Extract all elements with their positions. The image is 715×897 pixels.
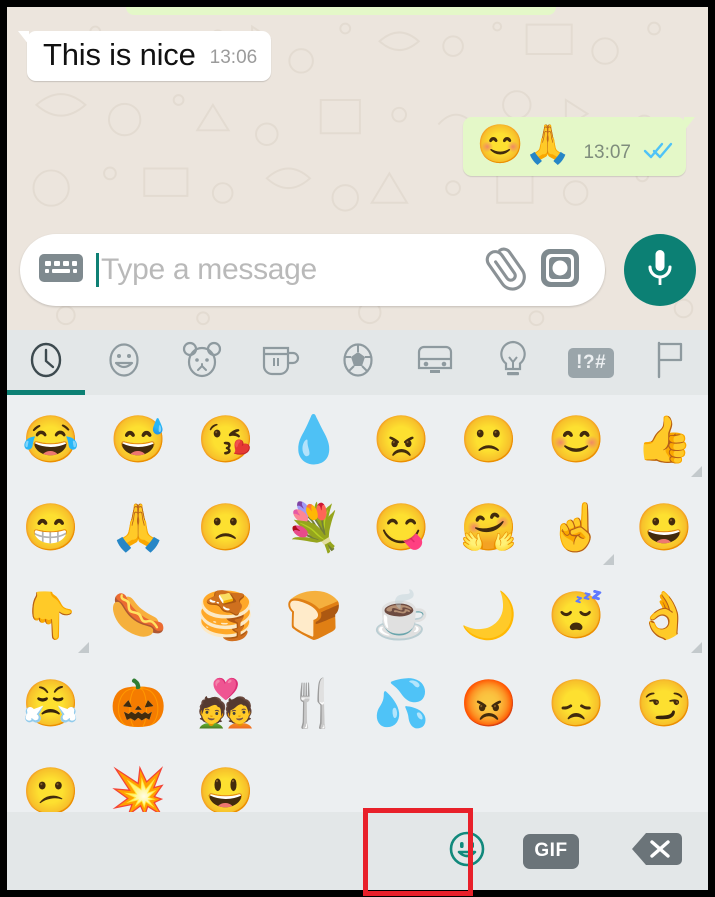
emoji-pouting-face[interactable]: 😡 [445, 659, 533, 747]
emoji-bread[interactable]: 🍞 [270, 571, 358, 659]
symbols-icon: !?# [568, 347, 615, 378]
emoji-tab-travel[interactable] [396, 330, 474, 395]
emoji-cell-empty [620, 747, 708, 812]
keyboard-icon[interactable] [38, 251, 84, 290]
emoji-confused-face[interactable]: 😕 [7, 747, 95, 812]
emoji-backhand-index-pointing-down[interactable]: 👇 [7, 571, 95, 659]
emoji-cell-empty [358, 747, 446, 812]
emoji-grinning-face[interactable]: 😀 [620, 483, 708, 571]
incoming-message-time: 13:06 [209, 46, 258, 68]
emoji-face-with-steam-from-nose[interactable]: 😤 [7, 659, 95, 747]
emoji-face-blowing-a-kiss[interactable]: 😘 [182, 395, 270, 483]
emoji-jack-o-lantern[interactable]: 🎃 [95, 659, 183, 747]
lightbulb-icon [495, 339, 531, 386]
flag-icon [651, 339, 687, 386]
emoji-sleeping-face[interactable]: 😴 [533, 571, 621, 659]
emoji-cell-empty [533, 747, 621, 812]
emoji-fork-and-knife[interactable]: 🍴 [270, 659, 358, 747]
emoji-tab-objects[interactable] [474, 330, 552, 395]
smiley-icon [447, 829, 487, 874]
emoji-ok-hand[interactable]: 👌 [620, 571, 708, 659]
emoji-hot-dog[interactable]: 🌭 [95, 571, 183, 659]
smiley-icon [104, 340, 144, 385]
emoji-row: 😂 😅 😘 💧 😠 🙁 😊 👍 [7, 395, 708, 483]
emoji-grinning-face-with-big-eyes[interactable]: 😃 [182, 747, 270, 812]
read-receipt-double-check-icon [643, 140, 673, 168]
emoji-tab-symbols[interactable]: !?# [552, 330, 630, 395]
emoji-collision[interactable]: 💥 [95, 747, 183, 812]
emoji-smirking-face[interactable]: 😏 [620, 659, 708, 747]
emoji-disappointed-face[interactable]: 😞 [533, 659, 621, 747]
emoji-tab-animals[interactable] [163, 330, 241, 395]
emoji-keyboard-bottom-bar: GIF [7, 812, 708, 890]
emoji-row: 😤 🎃 💑 🍴 💦 😡 😞 😏 [7, 659, 708, 747]
microphone-icon [646, 247, 674, 294]
emoji-angry-face[interactable]: 😠 [358, 395, 446, 483]
soccerball-icon [338, 340, 378, 385]
outgoing-message-text: 😊🙏 [476, 124, 572, 166]
emoji-row: 😁 🙏 🙁 💐 😋 🤗 ☝️ 😀 [7, 483, 708, 571]
cutoff-message-bubble [126, 7, 556, 15]
cup-icon [259, 340, 301, 385]
emoji-face-with-tears-of-joy[interactable]: 😂 [7, 395, 95, 483]
emoji-droplet[interactable]: 💧 [270, 395, 358, 483]
incoming-message-bubble[interactable]: This is nice 13:06 [17, 31, 272, 81]
emoji-couple-with-heart[interactable]: 💑 [182, 659, 270, 747]
backspace-button[interactable] [604, 829, 708, 874]
emoji-tab-flags[interactable] [630, 330, 708, 395]
emoji-panel-button[interactable] [436, 829, 498, 874]
emoji-sweat-droplets[interactable]: 💦 [358, 659, 446, 747]
emoji-tab-sports[interactable] [319, 330, 397, 395]
emoji-crescent-moon[interactable]: 🌙 [445, 571, 533, 659]
car-icon [413, 342, 457, 383]
text-cursor [96, 253, 99, 287]
message-input-placeholder[interactable]: Type a message [101, 253, 481, 287]
emoji-beaming-face-with-smiling-eyes[interactable]: 😁 [7, 483, 95, 571]
emoji-frowning-face[interactable]: 🙁 [182, 483, 270, 571]
emoji-hugging-face[interactable]: 🤗 [445, 483, 533, 571]
outgoing-message-bubble[interactable]: 😊🙏 13:07 [462, 117, 696, 176]
outgoing-message-time: 13:07 [583, 141, 631, 163]
voice-record-button[interactable] [624, 234, 696, 306]
emoji-grinning-face-with-sweat[interactable]: 😅 [95, 395, 183, 483]
emoji-tab-recent[interactable] [7, 330, 85, 395]
emoji-row: 👇 🌭 🥞 🍞 ☕ 🌙 😴 👌 [7, 571, 708, 659]
emoji-slightly-frowning-face[interactable]: 🙁 [445, 395, 533, 483]
emoji-hot-beverage[interactable]: ☕ [358, 571, 446, 659]
clock-icon [26, 340, 66, 385]
emoji-grid[interactable]: 😂 😅 😘 💧 😠 🙁 😊 👍 😁 🙏 🙁 💐 😋 🤗 ☝️ 😀 👇 🌭 🥞 🍞 ☕ 🌙 😴 👌 😤 🎃 💑 🍴 💦 😡 😞 😏 😕 💥 😃 [7, 395, 708, 812]
backspace-icon [630, 829, 682, 874]
emoji-row: 😕 💥 😃 [7, 747, 708, 812]
emoji-cell-empty [445, 747, 533, 812]
emoji-face-savoring-food[interactable]: 😋 [358, 483, 446, 571]
message-input-row: Type a message [7, 223, 708, 330]
emoji-tab-smileys[interactable] [85, 330, 163, 395]
emoji-tab-food[interactable] [241, 330, 319, 395]
message-input-bar[interactable]: Type a message [20, 234, 605, 306]
emoji-index-pointing-up[interactable]: ☝️ [533, 483, 621, 571]
paperclip-icon[interactable] [481, 242, 531, 299]
gif-button-label: GIF [523, 833, 579, 869]
emoji-bouquet[interactable]: 💐 [270, 483, 358, 571]
camera-icon[interactable] [539, 247, 581, 294]
incoming-message-text: This is nice [43, 37, 196, 72]
emoji-pancakes[interactable]: 🥞 [182, 571, 270, 659]
emoji-thumbs-up[interactable]: 👍 [620, 395, 708, 483]
bear-icon [181, 340, 223, 385]
emoji-smiling-face-with-smiling-eyes[interactable]: 😊 [533, 395, 621, 483]
whatsapp-screen: This is nice 13:06 😊🙏 13:07 Type a messa… [0, 0, 715, 897]
gif-button[interactable]: GIF [498, 833, 604, 869]
emoji-category-tabbar: !?# [7, 330, 708, 395]
emoji-cell-empty [270, 747, 358, 812]
emoji-folded-hands[interactable]: 🙏 [95, 483, 183, 571]
